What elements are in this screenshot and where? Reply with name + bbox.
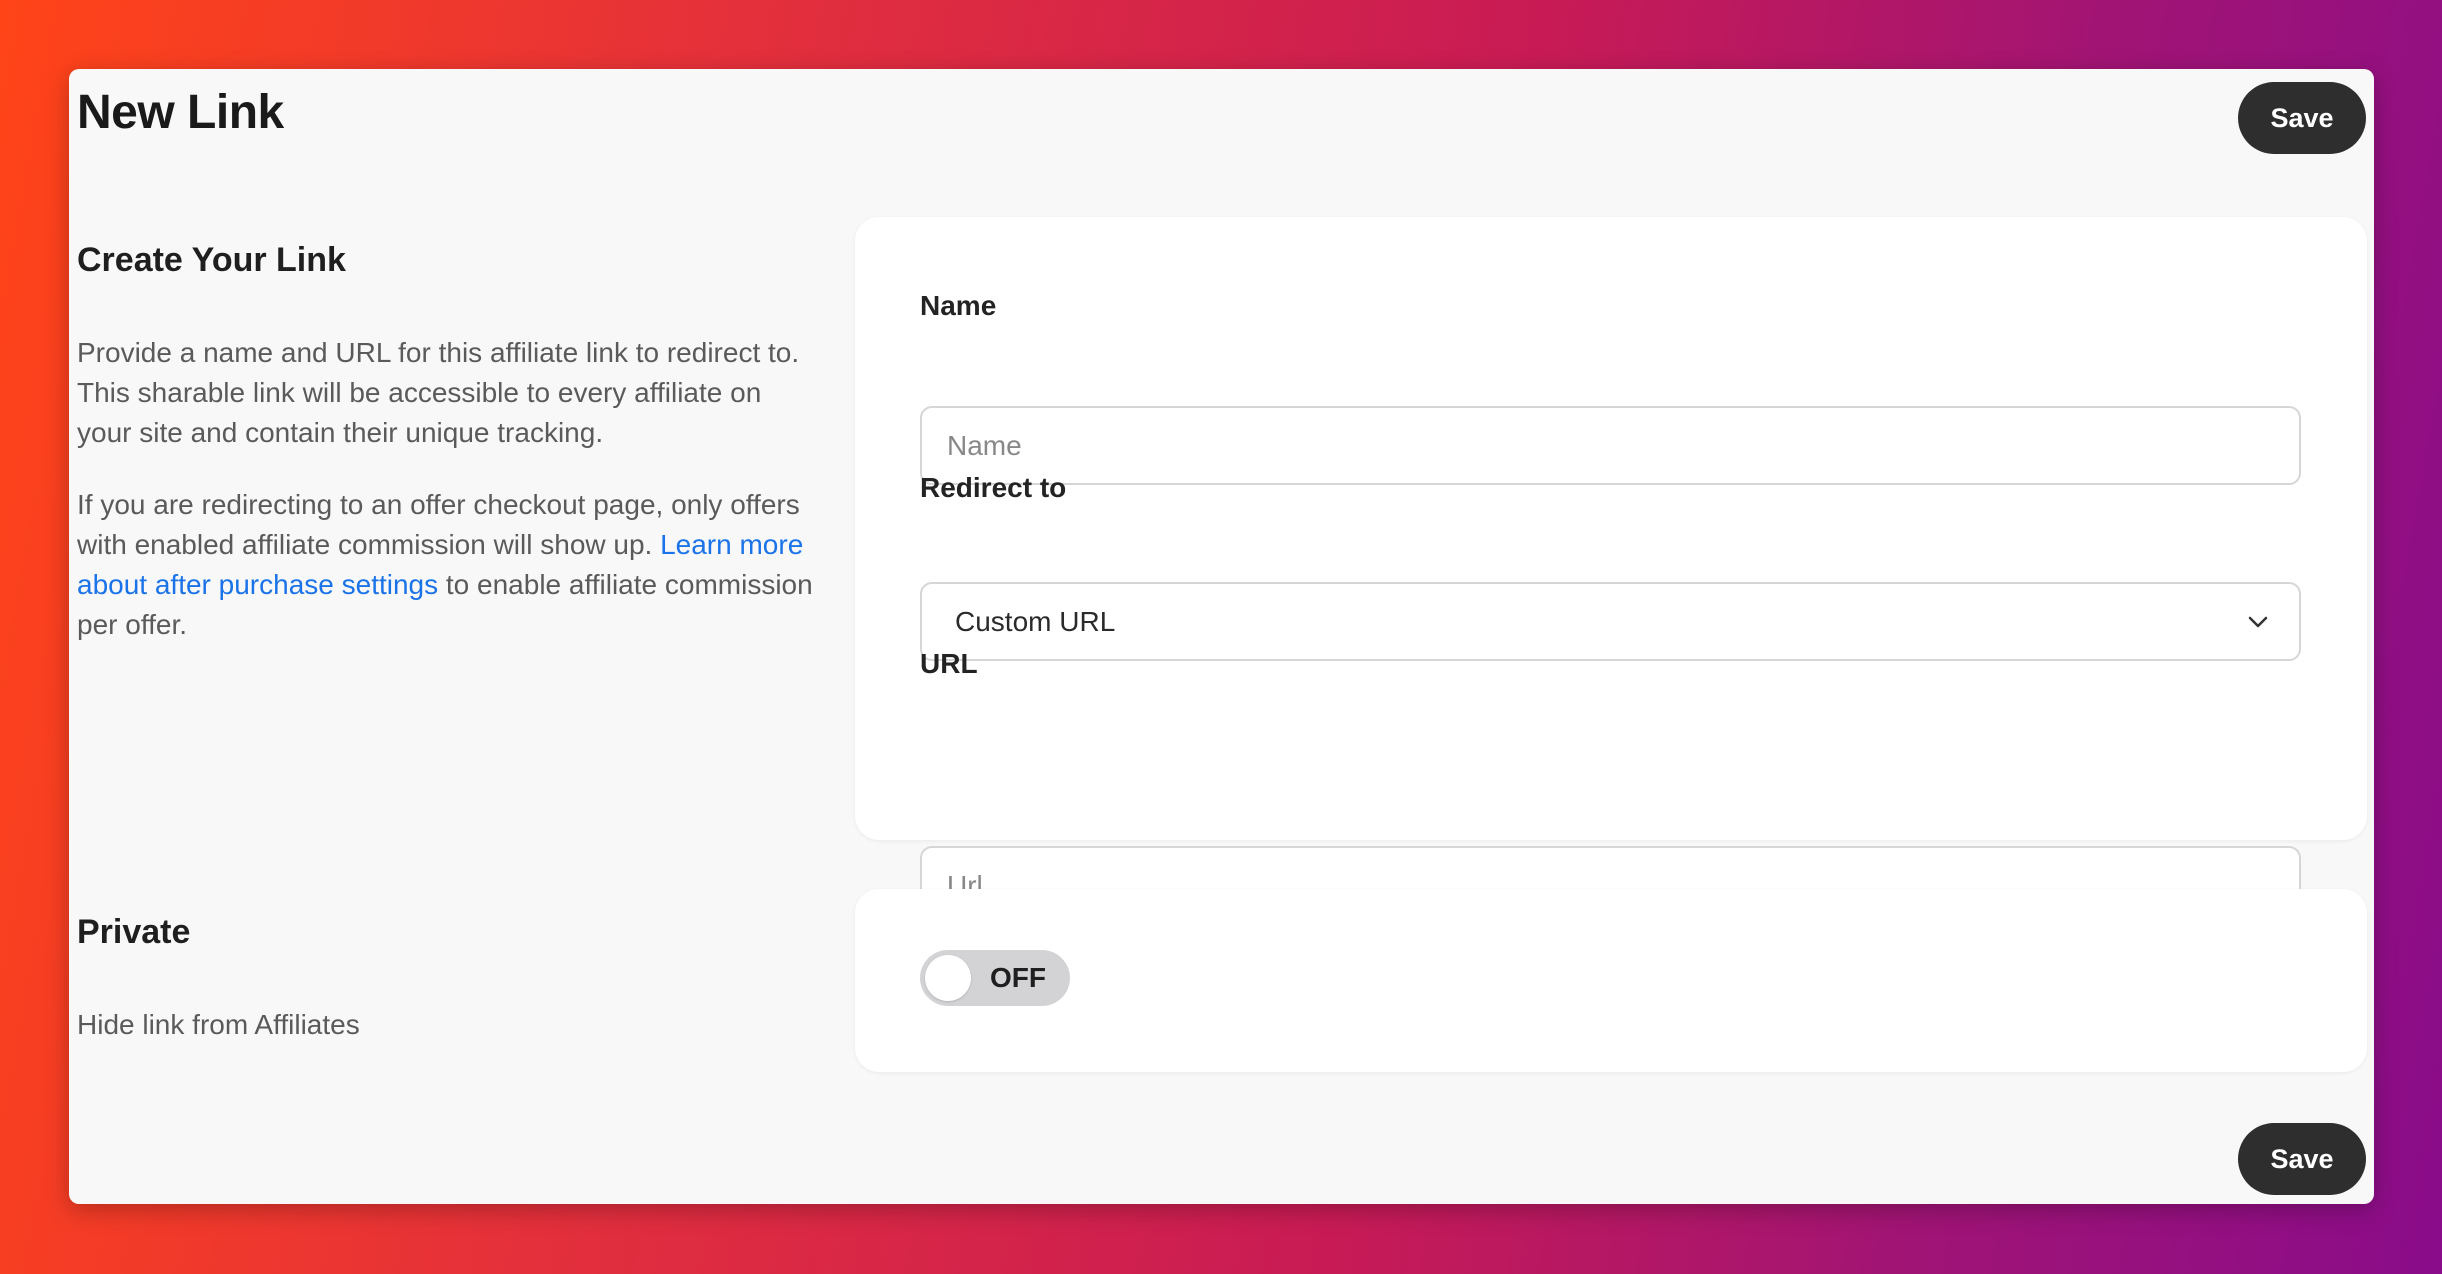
new-link-panel: New Link Save Create Your Link Provide a… bbox=[69, 69, 2374, 1204]
create-link-description: Provide a name and URL for this affiliat… bbox=[77, 337, 800, 448]
save-button-top[interactable]: Save bbox=[2238, 82, 2366, 154]
chevron-down-icon bbox=[2248, 616, 2268, 627]
toggle-knob bbox=[925, 955, 971, 1001]
link-form-card: Name Redirect to Custom URL URL bbox=[855, 217, 2367, 925]
save-button-bottom[interactable]: Save bbox=[2238, 1123, 2366, 1195]
offer-checkout-note: If you are redirecting to an offer check… bbox=[77, 485, 817, 645]
toggle-state-label: OFF bbox=[990, 962, 1046, 993]
url-label: URL bbox=[920, 648, 978, 679]
redirect-to-value: Custom URL bbox=[955, 605, 1116, 637]
page-title: New Link bbox=[77, 86, 284, 139]
create-link-heading: Create Your Link bbox=[77, 241, 346, 279]
name-input[interactable] bbox=[920, 406, 2301, 485]
redirect-to-label: Redirect to bbox=[920, 472, 1067, 503]
private-heading: Private bbox=[77, 913, 191, 951]
private-card: OFF bbox=[855, 889, 2367, 1072]
name-label: Name bbox=[920, 290, 997, 321]
private-toggle[interactable]: OFF bbox=[920, 950, 1070, 1006]
private-description: Hide link from Affiliates bbox=[77, 1009, 360, 1040]
redirect-to-select[interactable]: Custom URL bbox=[920, 582, 2301, 661]
